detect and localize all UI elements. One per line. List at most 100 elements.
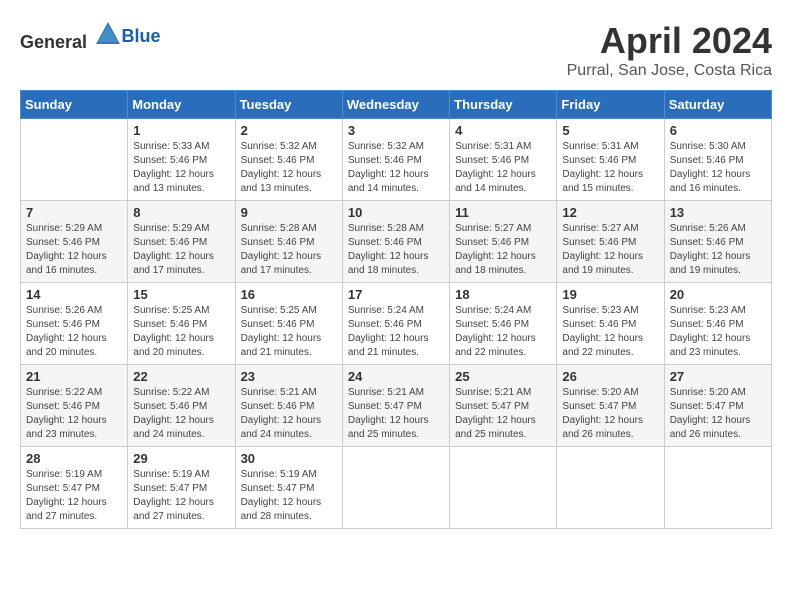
day-number: 13: [670, 205, 766, 220]
col-header-monday: Monday: [128, 91, 235, 119]
day-info: Sunrise: 5:23 AMSunset: 5:46 PMDaylight:…: [562, 305, 643, 358]
day-number: 8: [133, 205, 229, 220]
calendar-cell: 28 Sunrise: 5:19 AMSunset: 5:47 PMDaylig…: [21, 447, 128, 529]
calendar-cell: [450, 447, 557, 529]
day-info: Sunrise: 5:21 AMSunset: 5:47 PMDaylight:…: [455, 387, 536, 440]
day-number: 22: [133, 369, 229, 384]
day-info: Sunrise: 5:28 AMSunset: 5:46 PMDaylight:…: [241, 223, 322, 276]
day-info: Sunrise: 5:24 AMSunset: 5:46 PMDaylight:…: [348, 305, 429, 358]
day-number: 19: [562, 287, 658, 302]
day-number: 1: [133, 123, 229, 138]
day-info: Sunrise: 5:24 AMSunset: 5:46 PMDaylight:…: [455, 305, 536, 358]
day-number: 26: [562, 369, 658, 384]
calendar-cell: 1 Sunrise: 5:33 AMSunset: 5:46 PMDayligh…: [128, 119, 235, 201]
calendar-cell: 12 Sunrise: 5:27 AMSunset: 5:46 PMDaylig…: [557, 201, 664, 283]
calendar-cell: 30 Sunrise: 5:19 AMSunset: 5:47 PMDaylig…: [235, 447, 342, 529]
day-info: Sunrise: 5:27 AMSunset: 5:46 PMDaylight:…: [455, 223, 536, 276]
calendar-cell: 14 Sunrise: 5:26 AMSunset: 5:46 PMDaylig…: [21, 283, 128, 365]
calendar-cell: [21, 119, 128, 201]
calendar-cell: 27 Sunrise: 5:20 AMSunset: 5:47 PMDaylig…: [664, 365, 771, 447]
day-info: Sunrise: 5:29 AMSunset: 5:46 PMDaylight:…: [26, 223, 107, 276]
day-number: 7: [26, 205, 122, 220]
logo-text: General: [20, 20, 122, 53]
calendar-cell: 3 Sunrise: 5:32 AMSunset: 5:46 PMDayligh…: [342, 119, 449, 201]
calendar-cell: 29 Sunrise: 5:19 AMSunset: 5:47 PMDaylig…: [128, 447, 235, 529]
logo-general: General: [20, 32, 87, 52]
day-info: Sunrise: 5:29 AMSunset: 5:46 PMDaylight:…: [133, 223, 214, 276]
day-number: 11: [455, 205, 551, 220]
col-header-tuesday: Tuesday: [235, 91, 342, 119]
day-info: Sunrise: 5:26 AMSunset: 5:46 PMDaylight:…: [670, 223, 751, 276]
day-number: 21: [26, 369, 122, 384]
col-header-wednesday: Wednesday: [342, 91, 449, 119]
calendar-cell: 4 Sunrise: 5:31 AMSunset: 5:46 PMDayligh…: [450, 119, 557, 201]
calendar-cell: 10 Sunrise: 5:28 AMSunset: 5:46 PMDaylig…: [342, 201, 449, 283]
calendar-cell: 23 Sunrise: 5:21 AMSunset: 5:46 PMDaylig…: [235, 365, 342, 447]
day-number: 6: [670, 123, 766, 138]
col-header-saturday: Saturday: [664, 91, 771, 119]
day-info: Sunrise: 5:27 AMSunset: 5:46 PMDaylight:…: [562, 223, 643, 276]
calendar-cell: 25 Sunrise: 5:21 AMSunset: 5:47 PMDaylig…: [450, 365, 557, 447]
calendar-cell: 20 Sunrise: 5:23 AMSunset: 5:46 PMDaylig…: [664, 283, 771, 365]
day-info: Sunrise: 5:28 AMSunset: 5:46 PMDaylight:…: [348, 223, 429, 276]
calendar-table: SundayMondayTuesdayWednesdayThursdayFrid…: [20, 90, 772, 529]
calendar-cell: 8 Sunrise: 5:29 AMSunset: 5:46 PMDayligh…: [128, 201, 235, 283]
logo-icon: [94, 20, 122, 48]
calendar-cell: [664, 447, 771, 529]
day-info: Sunrise: 5:25 AMSunset: 5:46 PMDaylight:…: [241, 305, 322, 358]
calendar-cell: 18 Sunrise: 5:24 AMSunset: 5:46 PMDaylig…: [450, 283, 557, 365]
location: Purral, San Jose, Costa Rica: [567, 62, 772, 80]
day-info: Sunrise: 5:19 AMSunset: 5:47 PMDaylight:…: [26, 469, 107, 522]
day-number: 23: [241, 369, 337, 384]
calendar-cell: 21 Sunrise: 5:22 AMSunset: 5:46 PMDaylig…: [21, 365, 128, 447]
day-info: Sunrise: 5:19 AMSunset: 5:47 PMDaylight:…: [241, 469, 322, 522]
day-number: 24: [348, 369, 444, 384]
calendar-cell: 5 Sunrise: 5:31 AMSunset: 5:46 PMDayligh…: [557, 119, 664, 201]
day-info: Sunrise: 5:30 AMSunset: 5:46 PMDaylight:…: [670, 141, 751, 194]
calendar-cell: 16 Sunrise: 5:25 AMSunset: 5:46 PMDaylig…: [235, 283, 342, 365]
title-area: April 2024 Purral, San Jose, Costa Rica: [567, 20, 772, 80]
month-title: April 2024: [567, 20, 772, 62]
day-number: 4: [455, 123, 551, 138]
day-info: Sunrise: 5:33 AMSunset: 5:46 PMDaylight:…: [133, 141, 214, 194]
calendar-cell: 24 Sunrise: 5:21 AMSunset: 5:47 PMDaylig…: [342, 365, 449, 447]
day-number: 3: [348, 123, 444, 138]
day-info: Sunrise: 5:19 AMSunset: 5:47 PMDaylight:…: [133, 469, 214, 522]
logo: General Blue: [20, 20, 161, 53]
day-info: Sunrise: 5:21 AMSunset: 5:46 PMDaylight:…: [241, 387, 322, 440]
day-number: 18: [455, 287, 551, 302]
day-info: Sunrise: 5:32 AMSunset: 5:46 PMDaylight:…: [348, 141, 429, 194]
calendar-cell: 2 Sunrise: 5:32 AMSunset: 5:46 PMDayligh…: [235, 119, 342, 201]
day-number: 30: [241, 451, 337, 466]
day-number: 14: [26, 287, 122, 302]
day-info: Sunrise: 5:31 AMSunset: 5:46 PMDaylight:…: [562, 141, 643, 194]
day-number: 20: [670, 287, 766, 302]
day-info: Sunrise: 5:32 AMSunset: 5:46 PMDaylight:…: [241, 141, 322, 194]
header: General Blue April 2024 Purral, San Jose…: [20, 20, 772, 80]
day-number: 25: [455, 369, 551, 384]
col-header-sunday: Sunday: [21, 91, 128, 119]
day-info: Sunrise: 5:25 AMSunset: 5:46 PMDaylight:…: [133, 305, 214, 358]
calendar-cell: 15 Sunrise: 5:25 AMSunset: 5:46 PMDaylig…: [128, 283, 235, 365]
logo-blue: Blue: [122, 26, 161, 47]
day-number: 12: [562, 205, 658, 220]
calendar-cell: 9 Sunrise: 5:28 AMSunset: 5:46 PMDayligh…: [235, 201, 342, 283]
day-info: Sunrise: 5:22 AMSunset: 5:46 PMDaylight:…: [133, 387, 214, 440]
calendar-cell: 26 Sunrise: 5:20 AMSunset: 5:47 PMDaylig…: [557, 365, 664, 447]
day-info: Sunrise: 5:26 AMSunset: 5:46 PMDaylight:…: [26, 305, 107, 358]
col-header-thursday: Thursday: [450, 91, 557, 119]
day-info: Sunrise: 5:23 AMSunset: 5:46 PMDaylight:…: [670, 305, 751, 358]
day-info: Sunrise: 5:21 AMSunset: 5:47 PMDaylight:…: [348, 387, 429, 440]
day-number: 16: [241, 287, 337, 302]
day-number: 15: [133, 287, 229, 302]
calendar-cell: 7 Sunrise: 5:29 AMSunset: 5:46 PMDayligh…: [21, 201, 128, 283]
day-info: Sunrise: 5:22 AMSunset: 5:46 PMDaylight:…: [26, 387, 107, 440]
day-info: Sunrise: 5:20 AMSunset: 5:47 PMDaylight:…: [562, 387, 643, 440]
calendar-cell: 22 Sunrise: 5:22 AMSunset: 5:46 PMDaylig…: [128, 365, 235, 447]
day-number: 29: [133, 451, 229, 466]
day-number: 17: [348, 287, 444, 302]
day-info: Sunrise: 5:20 AMSunset: 5:47 PMDaylight:…: [670, 387, 751, 440]
day-number: 27: [670, 369, 766, 384]
calendar-cell: 19 Sunrise: 5:23 AMSunset: 5:46 PMDaylig…: [557, 283, 664, 365]
day-number: 2: [241, 123, 337, 138]
